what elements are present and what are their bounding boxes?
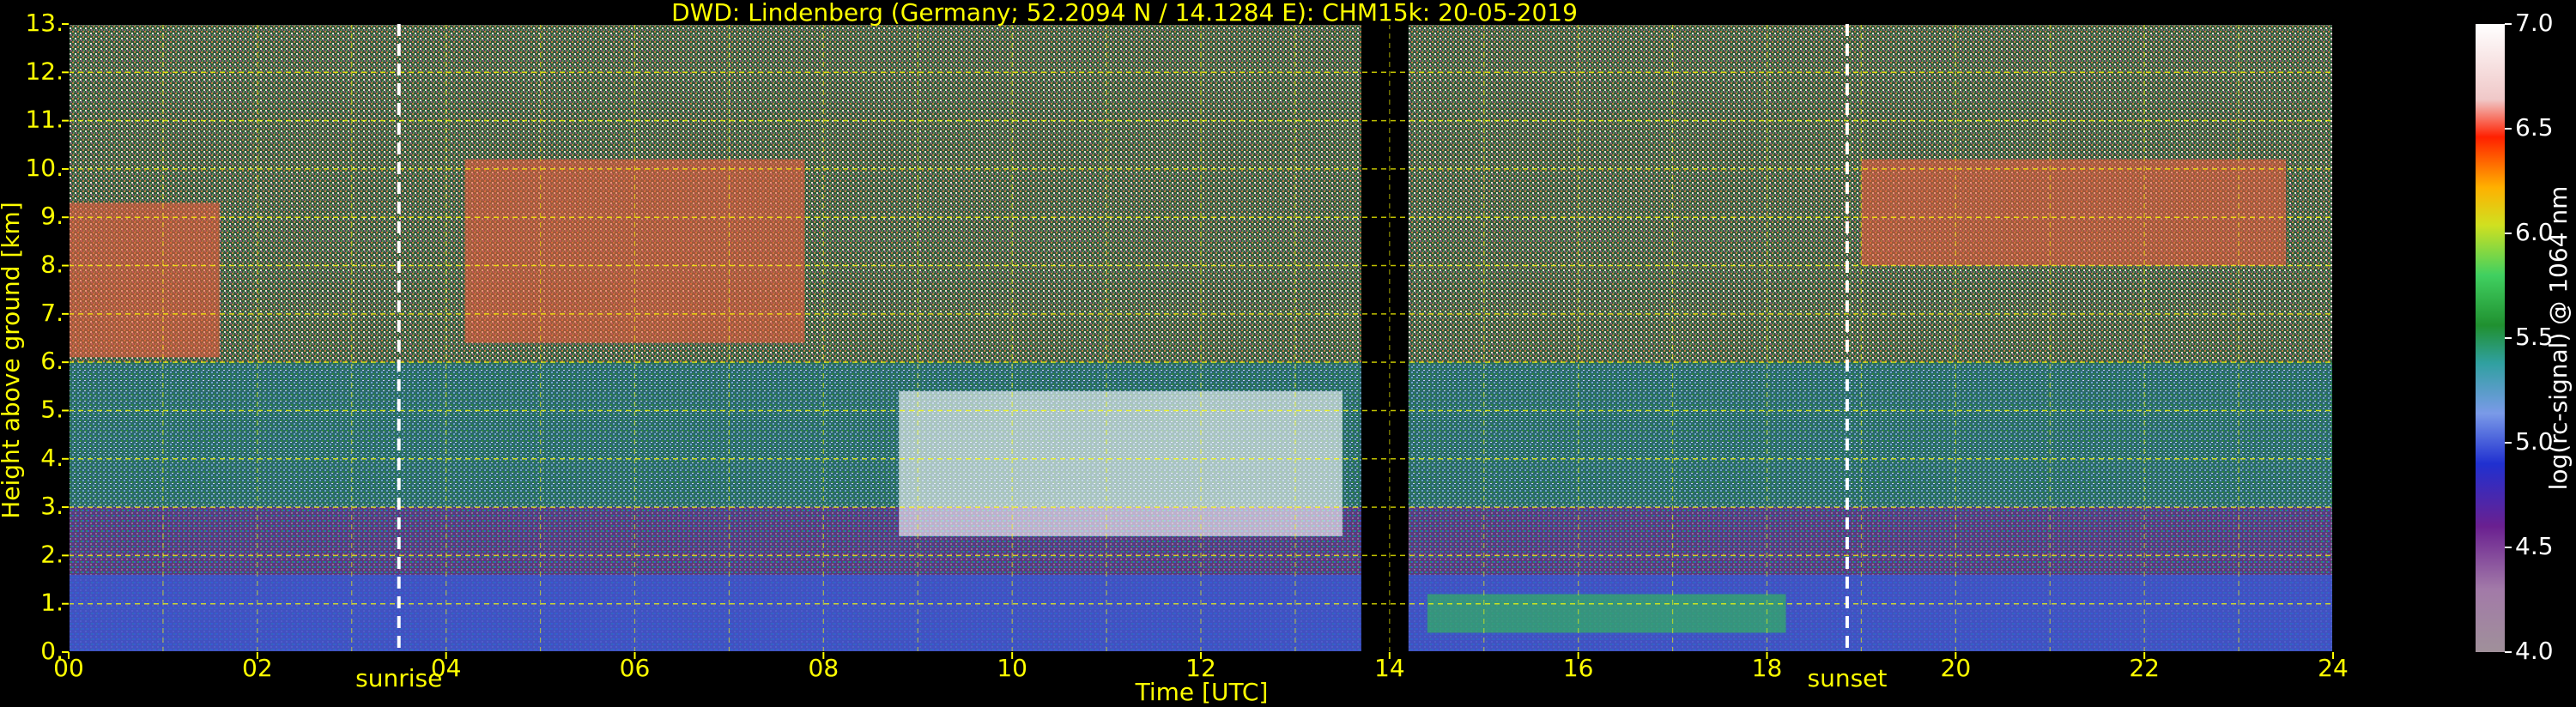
data-gap [1361, 24, 1409, 652]
y-tick-label: 13. [25, 9, 64, 37]
x-tick-label: 04 [431, 654, 462, 682]
colorbar: 4.04.55.05.56.06.57.0log(rc-signal) @ 10… [2476, 9, 2573, 665]
x-tick-label: 14 [1374, 654, 1405, 682]
feature-cirrus-cloud [1861, 159, 2287, 266]
colorbar-tick-label: 4.5 [2515, 532, 2554, 560]
y-axis-label: Height above ground [km] [0, 202, 25, 519]
y-tick-label: 8. [40, 251, 64, 279]
y-tick-label: 10. [25, 154, 64, 182]
y-tick-label: 7. [40, 299, 64, 327]
x-tick-label: 24 [2318, 654, 2349, 682]
feature-cloud-layer [899, 390, 1343, 536]
x-axis-label: Time [UTC] [1135, 678, 1269, 706]
x-tick-label: 10 [997, 654, 1027, 682]
chart-title: DWD: Lindenberg (Germany; 52.2094 N / 14… [671, 0, 1578, 27]
x-tick-label: 02 [242, 654, 273, 682]
colorbar-tick-label: 6.5 [2515, 113, 2554, 142]
y-tick-label: 6. [40, 347, 64, 375]
colorbar-label: log(rc-signal) @ 1064 nm [2544, 186, 2573, 491]
sunset-label: sunset [1807, 664, 1887, 692]
feature-cirrus-cloud [69, 202, 220, 358]
y-tick-label: 5. [40, 395, 64, 423]
x-tick-label: 08 [809, 654, 839, 682]
x-tick-label: 22 [2129, 654, 2160, 682]
x-tick-label: 18 [1752, 654, 1783, 682]
y-tick-label: 1. [40, 589, 64, 617]
y-tick-label: 9. [40, 202, 64, 230]
x-tick-label: 16 [1563, 654, 1594, 682]
y-tick-label: 11. [25, 106, 64, 134]
x-tick-label: 00 [53, 654, 84, 682]
sunrise-label: sunrise [355, 664, 442, 692]
y-tick-label: 3. [40, 492, 64, 520]
colorbar-tick-label: 7.0 [2515, 9, 2554, 37]
lidar-quicklook-figure: sunrise sunset 0.1.2.3.4.5.6.7.8.9.10.11.… [0, 0, 2573, 706]
feature-low-cloud [1427, 594, 1786, 633]
x-tick-label: 06 [620, 654, 651, 682]
y-tick-label: 4. [40, 444, 64, 472]
colorbar-tick-label: 4.0 [2515, 637, 2554, 665]
colorbar-gradient [2476, 24, 2505, 652]
y-tick-label: 12. [25, 57, 64, 85]
y-tick-label: 2. [40, 540, 64, 568]
x-tick-label: 20 [1941, 654, 1972, 682]
